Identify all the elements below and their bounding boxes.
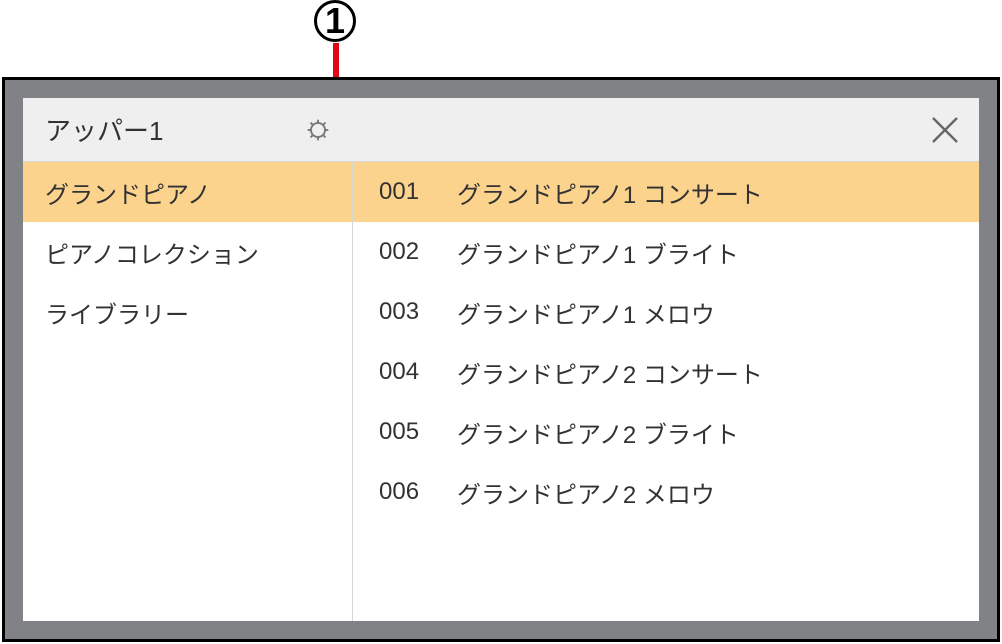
category-label: ライブラリー: [45, 295, 189, 330]
window-frame: アッパー1: [2, 77, 1000, 642]
tone-name: グランドピアノ2 コンサート: [457, 355, 763, 390]
tone-number: 005: [379, 418, 457, 446]
tone-number: 003: [379, 298, 457, 326]
callout-number: 1: [325, 0, 345, 42]
tone-name: グランドピアノ2 メロウ: [457, 475, 715, 510]
tone-item[interactable]: 001 グランドピアノ1 コンサート: [353, 162, 979, 222]
tone-name: グランドピアノ1 ブライト: [457, 235, 739, 270]
callout-badge: 1: [314, 0, 356, 42]
tone-number: 004: [379, 358, 457, 386]
category-item[interactable]: ライブラリー: [23, 282, 352, 342]
tone-item[interactable]: 005 グランドピアノ2 ブライト: [353, 402, 979, 462]
panel-body: グランドピアノ ピアノコレクション ライブラリー 001 グランドピアノ1 コン…: [23, 162, 979, 621]
panel-header: アッパー1: [23, 98, 979, 162]
category-label: グランドピアノ: [45, 175, 211, 210]
category-item[interactable]: グランドピアノ: [23, 162, 352, 222]
category-item[interactable]: ピアノコレクション: [23, 222, 352, 282]
tone-item[interactable]: 004 グランドピアノ2 コンサート: [353, 342, 979, 402]
tone-item[interactable]: 003 グランドピアノ1 メロウ: [353, 282, 979, 342]
tone-name: グランドピアノ2 ブライト: [457, 415, 739, 450]
category-list: グランドピアノ ピアノコレクション ライブラリー: [23, 162, 353, 621]
tone-list: 001 グランドピアノ1 コンサート 002 グランドピアノ1 ブライト 003…: [353, 162, 979, 621]
tone-name: グランドピアノ1 メロウ: [457, 295, 715, 330]
tone-name: グランドピアノ1 コンサート: [457, 175, 763, 210]
panel-title: アッパー1: [45, 111, 295, 148]
tone-number: 006: [379, 478, 457, 506]
close-icon[interactable]: [925, 110, 965, 150]
tone-item[interactable]: 002 グランドピアノ1 ブライト: [353, 222, 979, 282]
tone-select-panel: アッパー1: [23, 98, 979, 621]
tone-item[interactable]: 006 グランドピアノ2 メロウ: [353, 462, 979, 522]
tone-number: 002: [379, 238, 457, 266]
tone-number: 001: [379, 178, 457, 206]
gear-icon[interactable]: [303, 115, 333, 145]
category-label: ピアノコレクション: [45, 235, 259, 270]
